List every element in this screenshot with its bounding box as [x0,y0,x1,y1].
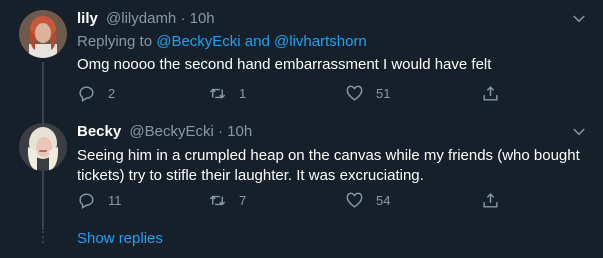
like-button[interactable]: 54 [345,190,390,210]
display-name[interactable]: Becky [77,123,121,140]
like-count: 51 [376,85,391,101]
replying-to: Replying to @BeckyEcki and @livhartshorn [77,33,367,50]
display-name[interactable]: lily [77,10,98,27]
avatar-lily[interactable] [19,10,67,58]
reply-count: 11 [108,192,122,208]
retweet-button[interactable]: 7 [208,190,246,210]
timestamp[interactable]: 10h [190,10,215,27]
tweet-lily[interactable]: lily @lilydamh · 10h Replying to @BeckyE… [0,0,603,230]
separator: · [213,123,228,140]
share-icon [483,85,498,101]
retweet-icon [209,88,226,98]
like-icon [346,192,363,208]
share-button[interactable] [481,83,500,103]
reply-button[interactable]: 2 [77,83,115,103]
retweet-button[interactable]: 1 [208,83,246,103]
mention-link[interactable]: @BeckyEcki [156,33,240,50]
like-icon [346,85,363,101]
tweet-actions: 2 1 51 [77,83,507,103]
user-handle[interactable]: @lilydamh [106,10,176,27]
show-replies-link[interactable]: Show replies [77,230,163,247]
like-count: 54 [376,192,391,208]
mention-link[interactable]: @livhartshorn [274,33,367,50]
replying-prefix: Replying to [77,33,157,50]
retweet-count: 1 [239,85,247,101]
retweet-count: 7 [239,192,247,208]
chevron-down-icon[interactable] [570,10,588,28]
timestamp[interactable]: 10h [227,123,252,140]
tweet-header: Becky @BeckyEcki · 10h [77,123,252,140]
tweet-header: lily @lilydamh · 10h [77,10,215,27]
share-icon [483,192,498,208]
tweet-text: Seeing him in a crumpled heap on the can… [77,147,580,184]
reply-icon [79,192,94,209]
user-handle[interactable]: @BeckyEcki [129,123,213,140]
reply-button[interactable]: 11 [77,190,122,210]
reply-icon [79,85,94,102]
tweet-text: Omg noooo the second hand embarrassment … [77,56,492,73]
chevron-down-icon[interactable] [570,123,588,141]
replying-and[interactable]: and [241,33,274,50]
retweet-icon [209,195,226,205]
tweet-becky[interactable]: Becky @BeckyEcki · 10h Seeing him in a c… [0,113,603,213]
reply-count: 2 [108,85,116,101]
tweet-actions: 11 7 54 [77,190,507,210]
share-button[interactable] [481,190,500,210]
thread-dots [41,226,45,246]
avatar-becky[interactable] [19,123,67,171]
separator: · [176,10,190,27]
like-button[interactable]: 51 [345,83,390,103]
